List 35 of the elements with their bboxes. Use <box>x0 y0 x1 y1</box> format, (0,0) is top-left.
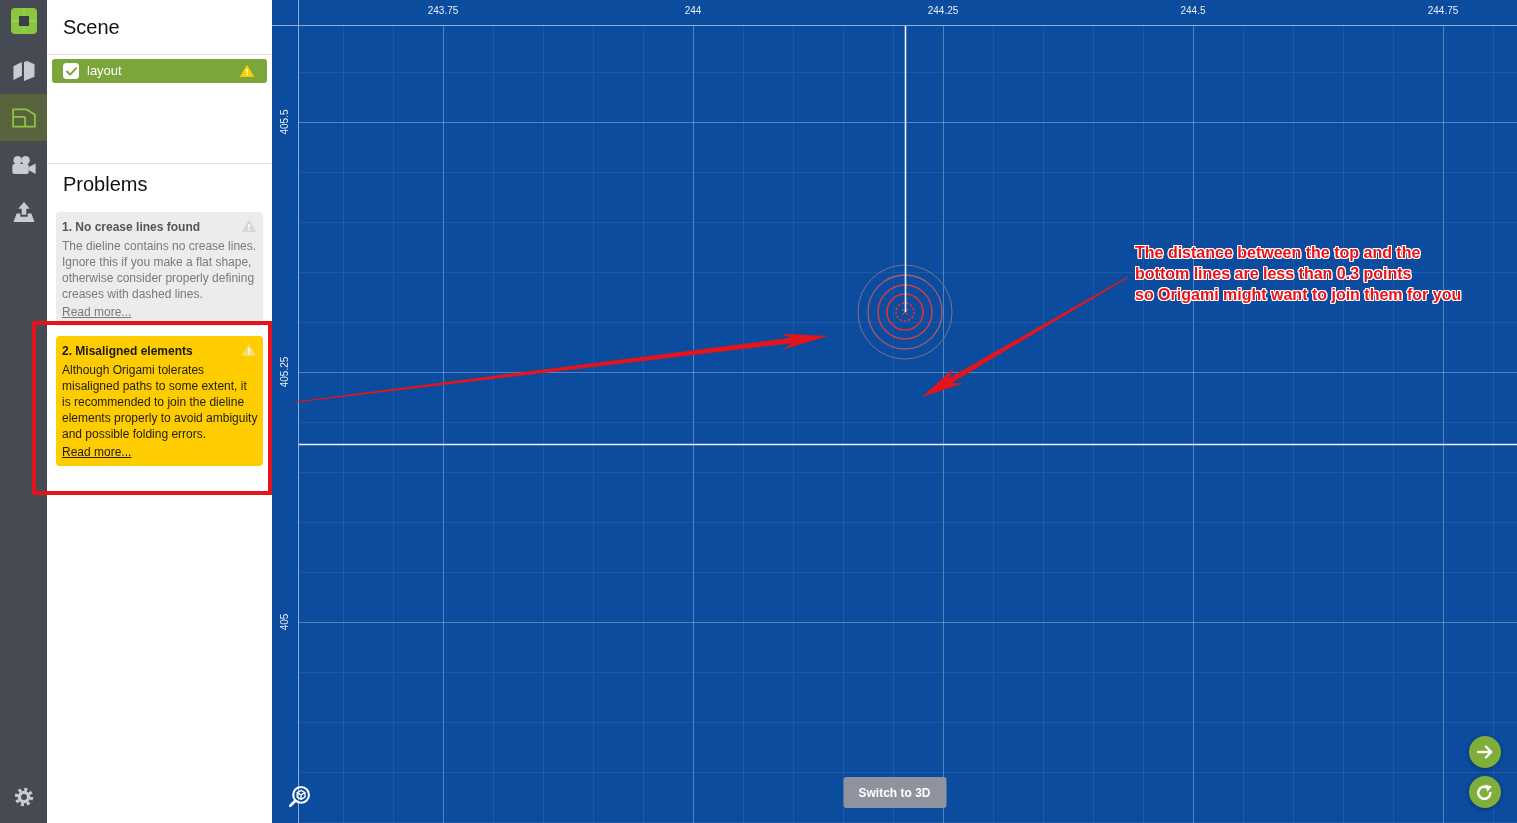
target-icon <box>857 264 953 360</box>
annotation-text: The distance between the top and the bottom lines are less than 0.3 points so Origami might want to join them for you <box>1135 243 1462 305</box>
problem-card[interactable]: 1. No crease lines found The dieline contains no crease lines. Ignore this if you make a flat shape, otherwise consider properly defining creases with dashed lines. Read more... <box>56 212 263 326</box>
warning-icon <box>242 220 256 232</box>
refresh-button[interactable] <box>1469 776 1501 808</box>
ruler-label: 405.5 <box>279 109 291 135</box>
problem-card[interactable]: 2. Misaligned elements Although Origami tolerates misaligned paths to some extent, it is recommended to join the dieline elements properly to avoid ambiguity and possible folding errors. Read more... <box>56 336 263 466</box>
ruler-label: 244 <box>684 5 702 17</box>
ruler-label: 244.75 <box>1427 5 1459 17</box>
ruler-label: 405 <box>279 613 291 631</box>
read-more-link[interactable]: Read more... <box>62 444 132 460</box>
ruler-label: 243.75 <box>427 5 459 17</box>
arrow-button[interactable] <box>1469 736 1501 768</box>
ruler-label: 244.5 <box>1180 5 1206 17</box>
problem-text: The dieline contains no crease lines. Ignore this if you make a flat shape, otherwise consider properly defining creases with dashed lines. <box>62 238 258 302</box>
logo-icon <box>10 8 37 34</box>
dieline-icon[interactable] <box>11 107 36 128</box>
layer-label: layout <box>87 63 123 79</box>
panels-icon[interactable] <box>12 60 35 81</box>
camera-icon[interactable] <box>11 155 36 174</box>
problem-title: 2. Misaligned elements <box>62 343 193 359</box>
upload-icon[interactable] <box>12 201 35 222</box>
ruler-label: 405.25 <box>279 356 291 388</box>
checkmark-icon <box>65 66 77 76</box>
warning-icon <box>242 344 256 356</box>
settings-icon[interactable] <box>13 786 34 807</box>
panel-title: Problems <box>63 172 148 196</box>
problem-text: Although Origami tolerates misaligned paths to some extent, it is recommended to join the dieline elements properly to avoid ambiguity and possible folding errors. <box>62 362 258 442</box>
nav-button[interactable] <box>0 94 47 141</box>
panel-title: Scene <box>63 15 120 39</box>
ruler-label: 244.25 <box>927 5 959 17</box>
read-more-link[interactable]: Read more... <box>62 304 132 320</box>
magnifier-icon[interactable] <box>289 786 310 807</box>
checkbox[interactable] <box>63 63 79 79</box>
problem-title: 1. No crease lines found <box>62 219 201 235</box>
